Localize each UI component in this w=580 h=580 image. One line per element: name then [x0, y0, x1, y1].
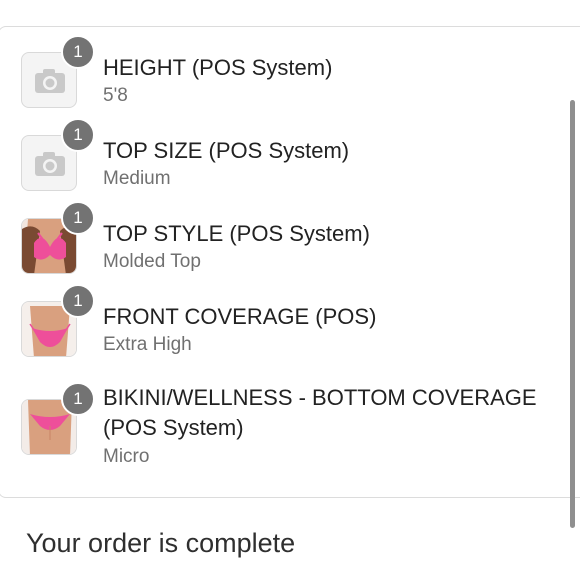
- item-thumbnail: 1: [21, 201, 95, 274]
- item-value: 5'8: [103, 85, 128, 106]
- quantity-badge: 1: [61, 201, 95, 235]
- item-name: TOP SIZE (POS System): [103, 138, 350, 163]
- scrollbar[interactable]: [570, 100, 575, 528]
- quantity-badge: 1: [61, 118, 95, 152]
- item-name: BIKINI/WELLNESS - BOTTOM COVERAGE: [103, 385, 537, 410]
- item-value: Extra High: [103, 334, 192, 355]
- item-name: TOP STYLE (POS System): [103, 221, 370, 246]
- order-summary-card: 1 HEIGHT (POS System) 5'8 1 TOP SIZE (PO…: [0, 26, 580, 498]
- item-name-continued: (POS System): [103, 415, 244, 440]
- item-value: Molded Top: [103, 251, 201, 272]
- item-thumbnail: 1: [21, 118, 95, 191]
- quantity-badge: 1: [61, 382, 95, 416]
- quantity-badge: 1: [61, 35, 95, 69]
- item-thumbnail: 1: [21, 284, 95, 357]
- item-thumbnail: 1: [21, 35, 95, 108]
- item-name: HEIGHT (POS System): [103, 55, 333, 80]
- order-complete-heading: Your order is complete: [26, 528, 296, 558]
- quantity-badge: 1: [61, 284, 95, 318]
- item-name: FRONT COVERAGE (POS): [103, 304, 377, 329]
- item-value: Medium: [103, 168, 171, 189]
- item-value: Micro: [103, 446, 150, 467]
- item-thumbnail: 1: [21, 382, 95, 455]
